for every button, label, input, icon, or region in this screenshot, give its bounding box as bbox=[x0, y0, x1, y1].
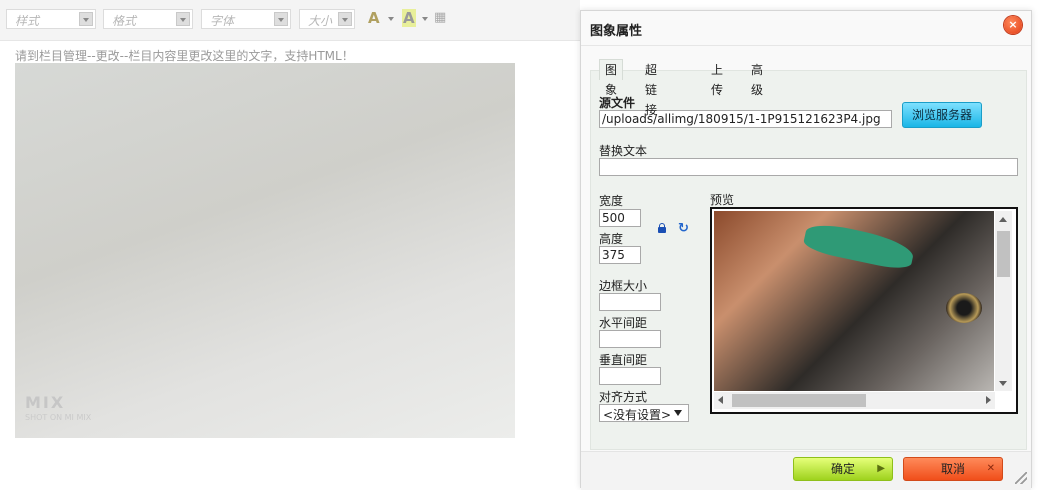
size-combo[interactable]: 大小 bbox=[299, 9, 355, 29]
style-combo[interactable]: 样式 bbox=[6, 9, 96, 29]
width-label: 宽度 bbox=[599, 194, 624, 208]
text-color-icon: A bbox=[368, 9, 380, 27]
hspace-label: 水平间距 bbox=[599, 316, 648, 330]
text-color-button[interactable]: A bbox=[366, 9, 396, 29]
chevron-down-icon bbox=[674, 410, 682, 416]
resize-grip-icon[interactable] bbox=[1015, 472, 1027, 484]
image-watermark-sub: SHOT ON MI MIX bbox=[25, 413, 92, 422]
dialog-footer: 确定 ▶ 取消 ✕ bbox=[581, 451, 1031, 490]
font-combo-label: 字体 bbox=[210, 14, 235, 28]
hspace-input[interactable] bbox=[599, 330, 661, 348]
close-icon: ✕ bbox=[986, 463, 995, 474]
bg-color-icon: A bbox=[402, 9, 416, 27]
chevron-down-icon[interactable] bbox=[338, 12, 352, 26]
tab-advanced[interactable]: 高级 bbox=[746, 60, 768, 97]
font-combo[interactable]: 字体 bbox=[201, 9, 291, 29]
tab-image[interactable]: 图象 bbox=[599, 59, 624, 97]
preview-image-detail bbox=[802, 219, 916, 273]
image-tab-panel: 源文件 /uploads/allimg/180915/1-1P915121623… bbox=[590, 70, 1027, 450]
align-select-value: <没有设置> bbox=[603, 408, 672, 422]
image-watermark: MIX bbox=[25, 393, 66, 412]
chevron-down-icon bbox=[422, 17, 428, 21]
scrollbar-thumb[interactable] bbox=[997, 231, 1010, 277]
style-combo-label: 样式 bbox=[15, 14, 40, 28]
align-label: 对齐方式 bbox=[599, 390, 648, 404]
border-label: 边框大小 bbox=[599, 279, 648, 293]
preview-vertical-scrollbar[interactable] bbox=[995, 211, 1012, 391]
align-select[interactable]: <没有设置> bbox=[599, 404, 689, 422]
height-input[interactable]: 375 bbox=[599, 246, 641, 264]
show-blocks-icon: ▦ bbox=[434, 10, 447, 25]
preview-horizontal-scrollbar[interactable] bbox=[714, 392, 995, 409]
lock-icon[interactable] bbox=[658, 223, 666, 233]
cancel-button-label: 取消 bbox=[940, 462, 965, 476]
editor-toolbar: 样式 格式 字体 大小 A A ▦ bbox=[0, 0, 580, 41]
dialog-title: 图象属性 bbox=[590, 24, 643, 39]
scroll-left-icon[interactable] bbox=[718, 396, 723, 404]
scrollbar-thumb[interactable] bbox=[732, 394, 866, 407]
ok-button-label: 确定 bbox=[830, 462, 855, 476]
alt-text-input[interactable] bbox=[599, 158, 1018, 176]
vspace-label: 垂直间距 bbox=[599, 353, 648, 367]
chevron-right-icon: ▶ bbox=[877, 463, 885, 474]
close-icon[interactable]: × bbox=[1004, 16, 1022, 34]
scroll-up-icon[interactable] bbox=[999, 217, 1007, 222]
ok-button[interactable]: 确定 ▶ bbox=[793, 457, 893, 481]
refresh-icon[interactable]: ↻ bbox=[678, 221, 689, 236]
vspace-input[interactable] bbox=[599, 367, 661, 385]
preview-box bbox=[710, 207, 1018, 414]
format-combo[interactable]: 格式 bbox=[103, 9, 193, 29]
width-input[interactable]: 500 bbox=[599, 209, 641, 227]
tab-upload[interactable]: 上传 bbox=[706, 60, 728, 97]
chevron-down-icon[interactable] bbox=[274, 12, 288, 26]
format-combo-label: 格式 bbox=[112, 14, 137, 28]
preview-label: 预览 bbox=[710, 193, 735, 207]
height-label: 高度 bbox=[599, 232, 624, 246]
cancel-button[interactable]: 取消 ✕ bbox=[903, 457, 1003, 481]
chevron-down-icon[interactable] bbox=[79, 12, 93, 26]
bg-color-button[interactable]: A bbox=[400, 9, 430, 29]
chevron-down-icon bbox=[388, 17, 394, 21]
alt-text-label: 替换文本 bbox=[599, 144, 648, 158]
size-combo-label: 大小 bbox=[308, 14, 333, 28]
image-properties-dialog: 图象属性 × 源文件 /uploads/allimg/180915/1-1P91… bbox=[580, 10, 1032, 490]
chevron-down-icon[interactable] bbox=[176, 12, 190, 26]
preview-image-detail bbox=[946, 293, 982, 323]
border-input[interactable] bbox=[599, 293, 661, 311]
preview-image bbox=[714, 211, 994, 391]
show-blocks-button[interactable]: ▦ bbox=[434, 9, 454, 29]
scroll-right-icon[interactable] bbox=[986, 396, 991, 404]
scroll-down-icon[interactable] bbox=[999, 381, 1007, 386]
browse-server-button[interactable]: 浏览服务器 bbox=[902, 102, 982, 128]
title-divider bbox=[581, 45, 1031, 46]
editor-hint-text: 请到栏目管理--更改--栏目内容里更改这里的文字，支持HTML！ bbox=[15, 49, 354, 63]
editor-image[interactable]: MIX SHOT ON MI MIX bbox=[15, 63, 515, 438]
source-url-input[interactable]: /uploads/allimg/180915/1-1P915121623P4.j… bbox=[599, 110, 892, 128]
tab-link[interactable]: 超链接 bbox=[640, 60, 662, 117]
